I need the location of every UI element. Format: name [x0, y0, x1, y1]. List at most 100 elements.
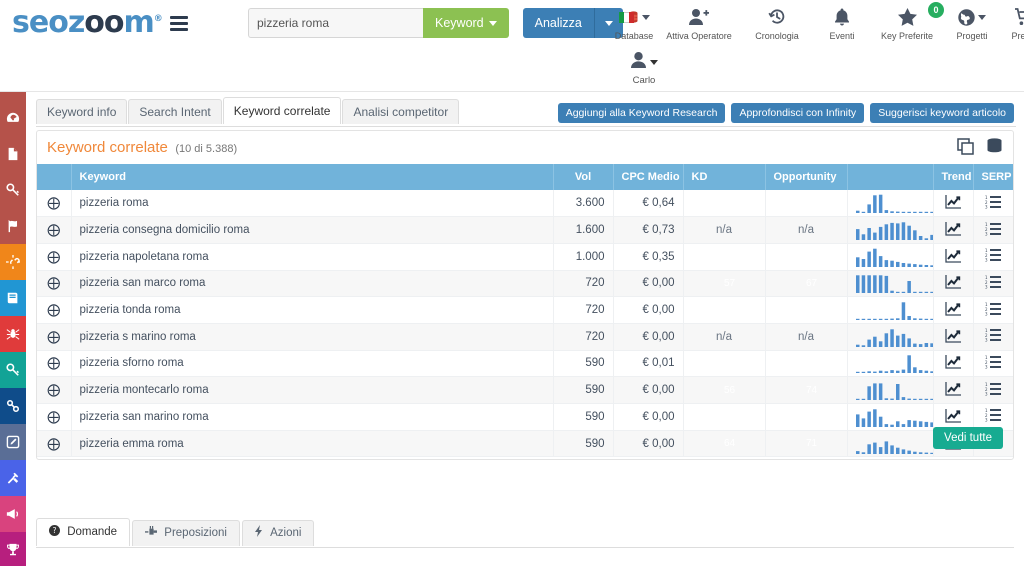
table-row[interactable]: ⨁ pizzeria napoletana roma1.000€ 0,355474… [37, 243, 1013, 271]
cell-serp[interactable]: 123 [973, 296, 1013, 324]
nav-item-key-preferite[interactable]: 0 Key Preferite [868, 2, 946, 41]
sidebar-item-backlinks[interactable] [0, 388, 26, 424]
numbered-list-icon[interactable]: 123 [985, 195, 1002, 212]
cell-serp[interactable]: 123 [973, 350, 1013, 378]
col-opportunity[interactable]: Opportunity [765, 164, 848, 190]
sidebar-item-rankings[interactable] [0, 532, 26, 566]
numbered-list-icon[interactable]: 123 [985, 275, 1002, 292]
cell-serp[interactable]: 123 [973, 270, 1013, 298]
line-chart-icon[interactable] [944, 274, 962, 292]
table-row[interactable]: ⨁ pizzeria tonda roma720€ 0,006068 123 [37, 296, 1013, 324]
cell-expand[interactable]: ⨁ [37, 350, 72, 378]
col-kd[interactable]: KD [683, 164, 766, 190]
numbered-list-icon[interactable]: 123 [985, 382, 1002, 399]
numbered-list-icon[interactable]: 123 [985, 302, 1002, 319]
add-to-keyword-research-button[interactable]: Aggiungi alla Keyword Research [557, 103, 726, 123]
numbered-list-icon[interactable]: 123 [985, 355, 1002, 372]
search-input[interactable] [248, 8, 423, 38]
cell-expand[interactable]: ⨁ [37, 270, 72, 298]
nav-item-prezzi[interactable]: Prezzi [998, 4, 1024, 41]
line-chart-icon[interactable] [944, 194, 962, 212]
cell-serp[interactable]: 123 [973, 323, 1013, 351]
database-stack-icon[interactable] [986, 138, 1003, 160]
cell-keyword[interactable]: pizzeria san marco roma [71, 270, 554, 298]
table-row[interactable]: ⨁ pizzeria roma3.600€ 0,647069 123 [37, 190, 1013, 218]
cell-expand[interactable]: ⨁ [37, 323, 72, 351]
plus-circle-icon[interactable]: ⨁ [47, 303, 60, 316]
nav-item-progetti[interactable]: Progetti [946, 4, 998, 41]
line-chart-icon[interactable] [944, 301, 962, 319]
tab-keyword-correlate[interactable]: Keyword correlate [222, 97, 342, 124]
plus-circle-icon[interactable]: ⨁ [47, 276, 60, 289]
cell-keyword[interactable]: pizzeria roma [71, 190, 554, 218]
table-row[interactable]: ⨁ pizzeria san marco roma720€ 0,005767 123 [37, 270, 1013, 298]
sidebar-item-links[interactable] [0, 244, 26, 280]
col-trend[interactable]: Trend [933, 164, 974, 190]
cell-trend[interactable] [933, 350, 974, 378]
sidebar-item-keywords[interactable] [0, 172, 26, 208]
cell-keyword[interactable]: pizzeria sforno roma [71, 350, 554, 378]
line-chart-icon[interactable] [944, 221, 962, 239]
cell-expand[interactable]: ⨁ [37, 216, 72, 244]
cell-keyword[interactable]: pizzeria montecarlo roma [71, 376, 554, 404]
infinity-deepen-button[interactable]: Approfondisci con Infinity [731, 103, 865, 123]
line-chart-icon[interactable] [944, 328, 962, 346]
cell-serp[interactable]: 123 [973, 190, 1013, 218]
plus-circle-icon[interactable]: ⨁ [47, 383, 60, 396]
plus-circle-icon[interactable]: ⨁ [47, 410, 60, 423]
bottom-tab-azioni[interactable]: Azioni [241, 520, 315, 546]
col-cpc[interactable]: CPC Medio [613, 164, 684, 190]
cell-keyword[interactable]: pizzeria consegna domicilio roma [71, 216, 554, 244]
line-chart-icon[interactable] [944, 248, 962, 266]
cell-trend[interactable] [933, 296, 974, 324]
sidebar-item-flag[interactable] [0, 208, 26, 244]
plus-circle-icon[interactable]: ⨁ [47, 356, 60, 369]
sidebar-item-editor[interactable] [0, 424, 26, 460]
table-row[interactable]: ⨁ pizzeria consegna domicilio roma 1.600 € … [37, 216, 1013, 244]
hamburger-menu-icon[interactable] [169, 15, 188, 31]
analyze-button[interactable]: Analizza [522, 8, 594, 38]
copy-icon[interactable] [957, 138, 974, 160]
user-menu[interactable]: Carlo [614, 52, 674, 86]
sidebar-item-spider[interactable] [0, 316, 26, 352]
sidebar-item-seo-key[interactable] [0, 352, 26, 388]
plus-circle-icon[interactable]: ⨁ [47, 250, 60, 263]
sidebar-item-documents[interactable] [0, 136, 26, 172]
nav-item-database[interactable]: Database [608, 4, 660, 41]
logo-area[interactable]: seozoom® [12, 8, 188, 38]
cell-serp[interactable]: 123 [973, 376, 1013, 404]
tab-analisi-competitor[interactable]: Analisi competitor [342, 99, 460, 124]
table-row[interactable]: ⨁ pizzeria s marino roma 720 € 0,00 n/a n/a 1 2… [37, 323, 1013, 351]
tab-keyword-info[interactable]: Keyword info [36, 99, 128, 124]
bottom-tab-domande[interactable]: ? Domande [36, 518, 131, 546]
numbered-list-icon[interactable]: 123 [985, 248, 1002, 265]
nav-item-attiva-operatore[interactable]: Attiva Operatore [660, 4, 738, 41]
cell-trend[interactable] [933, 270, 974, 298]
cell-keyword[interactable]: pizzeria napoletana roma [71, 243, 554, 271]
cell-expand[interactable]: ⨁ [37, 376, 72, 404]
cell-trend[interactable] [933, 216, 974, 244]
plus-circle-icon[interactable]: ⨁ [47, 196, 60, 209]
cell-trend[interactable] [933, 376, 974, 404]
cell-expand[interactable]: ⨁ [37, 190, 72, 218]
cell-keyword[interactable]: pizzeria tonda roma [71, 296, 554, 324]
cell-trend[interactable] [933, 243, 974, 271]
col-keyword[interactable]: Keyword [71, 164, 554, 190]
sidebar-item-dashboard[interactable] [0, 100, 26, 136]
table-row[interactable]: ⨁ pizzeria montecarlo roma590€ 0,005674 12… [37, 376, 1013, 404]
sidebar-item-top[interactable] [0, 92, 26, 100]
line-chart-icon[interactable] [944, 381, 962, 399]
cell-serp[interactable]: 123 [973, 216, 1013, 244]
plus-circle-icon[interactable]: ⨁ [47, 223, 60, 236]
see-all-button[interactable]: Vedi tutte [933, 427, 1003, 449]
cell-trend[interactable] [933, 190, 974, 218]
bottom-tab-preposizioni[interactable]: Preposizioni [132, 520, 240, 546]
sidebar-item-tools[interactable] [0, 460, 26, 496]
cell-keyword[interactable]: pizzeria s marino roma [71, 323, 554, 351]
col-serp[interactable]: SERP [973, 164, 1013, 190]
sidebar-item-marketing[interactable] [0, 496, 26, 532]
cell-trend[interactable] [933, 323, 974, 351]
plus-circle-icon[interactable]: ⨁ [47, 330, 60, 343]
suggest-article-keyword-button[interactable]: Suggerisci keyword articolo [870, 103, 1014, 123]
col-vol[interactable]: Vol [553, 164, 614, 190]
